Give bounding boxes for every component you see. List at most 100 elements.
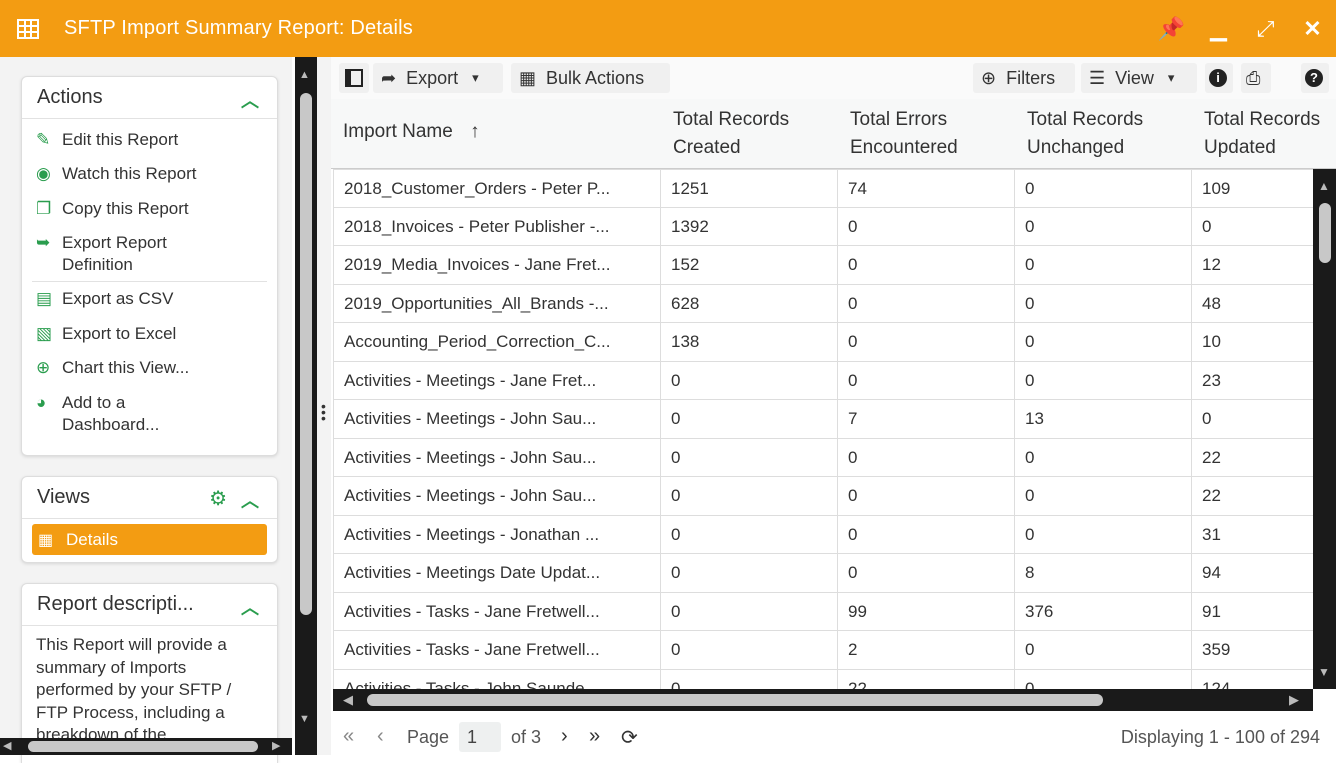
numeric-cell: 0: [1015, 669, 1192, 689]
export-definition-action[interactable]: ➥ Export Report Definition: [22, 232, 277, 277]
info-button[interactable]: i: [1205, 63, 1233, 93]
scroll-down-icon[interactable]: ▼: [299, 713, 310, 725]
csv-file-icon: ▤: [36, 289, 53, 308]
sidebar-vertical-scrollbar[interactable]: ▲ ▼: [295, 57, 317, 755]
table-row[interactable]: Activities - Tasks - Jane Fretwell... 0 2 0…: [333, 631, 1313, 670]
column-header-label: Unchanged: [1027, 137, 1125, 158]
scroll-thumb[interactable]: [367, 694, 1103, 706]
toggle-sidebar-button[interactable]: [339, 63, 369, 93]
actions-panel-title: Actions: [37, 86, 103, 108]
help-button[interactable]: ?: [1301, 63, 1329, 93]
maximize-icon[interactable]: ⤢: [1242, 16, 1289, 42]
page-number-input[interactable]: 1: [459, 722, 501, 752]
numeric-cell: 376: [1015, 592, 1192, 631]
title-bar: SFTP Import Summary Report: Details 📌 ▁ …: [0, 0, 1336, 57]
bulk-actions-button[interactable]: ▦ Bulk Actions: [511, 63, 670, 93]
numeric-cell: 1392: [661, 207, 838, 246]
column-header-total-updated[interactable]: Total Records Updated: [1204, 99, 1336, 169]
numeric-cell: 0: [1015, 207, 1192, 246]
refresh-icon[interactable]: ⟳: [621, 725, 638, 750]
column-header-total-unchanged[interactable]: Total Records Unchanged: [1027, 99, 1197, 169]
grid-icon: ▦: [519, 67, 537, 88]
first-page-icon[interactable]: «: [343, 725, 354, 748]
chart-view-action[interactable]: ⊕ Chart this View...: [22, 357, 277, 392]
table-icon: [17, 18, 39, 39]
filters-button[interactable]: ⊕ Filters: [973, 63, 1075, 93]
close-icon[interactable]: ✕: [1289, 16, 1336, 42]
gear-icon[interactable]: ⚙: [209, 486, 227, 511]
export-excel-action[interactable]: ▧ Export to Excel: [22, 323, 277, 357]
numeric-cell: 138: [661, 323, 838, 362]
numeric-cell: 48: [1192, 285, 1313, 324]
scroll-left-icon[interactable]: ◀: [3, 739, 11, 752]
description-panel-header[interactable]: Report descripti... ︿: [22, 584, 277, 626]
table-row[interactable]: 2019_Media_Invoices - Jane Fret... 152 0 0 1…: [333, 246, 1313, 285]
table-row[interactable]: Activities - Meetings - Jonathan ... 0 0 0 3…: [333, 515, 1313, 554]
last-page-icon[interactable]: »: [589, 725, 600, 748]
scroll-up-icon[interactable]: ▲: [299, 69, 310, 81]
grid-horizontal-scrollbar[interactable]: ◀ ▶: [333, 689, 1313, 711]
export-csv-action[interactable]: ▤ Export as CSV: [22, 288, 277, 323]
description-panel: Report descripti... ︿ This Report will p…: [21, 583, 278, 763]
numeric-cell: 0: [838, 554, 1015, 593]
scroll-thumb[interactable]: [28, 741, 258, 752]
edit-report-action[interactable]: ✎ Edit this Report: [22, 129, 277, 163]
print-button[interactable]: ⎙: [1241, 63, 1271, 93]
table-row[interactable]: Activities - Tasks - Jane Fretwell... 0 99…: [333, 592, 1313, 631]
chevron-up-icon[interactable]: ︿: [241, 594, 259, 620]
scroll-left-icon[interactable]: ◀: [343, 692, 353, 708]
previous-page-icon[interactable]: ‹: [377, 725, 384, 748]
table-row[interactable]: Accounting_Period_Correction_C... 138 0 0 10: [333, 323, 1313, 362]
minimize-icon[interactable]: ▁: [1195, 16, 1242, 42]
column-header-import-name[interactable]: Import Name ↑: [343, 99, 661, 169]
numeric-cell: 0: [661, 669, 838, 689]
export-button[interactable]: ➦ Export ▾: [373, 63, 503, 93]
table-row[interactable]: Activities - Meetings - Jane Fret... 0 0 0 2…: [333, 361, 1313, 400]
action-label: Export to Excel: [62, 324, 177, 343]
action-label: Add to a Dashboard...: [62, 393, 160, 434]
plus-circle-icon: ⊕: [36, 358, 51, 377]
scroll-right-icon[interactable]: ▶: [1289, 692, 1299, 708]
copy-report-action[interactable]: ❐ Copy this Report: [22, 198, 277, 232]
column-header-total-errors[interactable]: Total Errors Encountered: [850, 99, 1020, 169]
panel-splitter[interactable]: • • •: [317, 57, 331, 755]
grid-vertical-scrollbar[interactable]: ▲ ▼: [1313, 169, 1336, 689]
view-item-details[interactable]: ▦ Details: [32, 524, 267, 555]
column-header-total-records-created[interactable]: Total Records Created: [673, 99, 843, 169]
numeric-cell: 0: [1015, 438, 1192, 477]
scroll-thumb[interactable]: [300, 93, 312, 615]
scroll-right-icon[interactable]: ▶: [272, 739, 280, 752]
import-name-cell: Activities - Tasks - Jane Fretwell...: [333, 592, 661, 631]
import-name-cell: Activities - Tasks - John Saunde...: [333, 669, 661, 689]
numeric-cell: 0: [1015, 323, 1192, 362]
table-row[interactable]: Activities - Meetings - John Sau... 0 7 13 0: [333, 400, 1313, 439]
watch-report-action[interactable]: ◉ Watch this Report: [22, 163, 277, 198]
view-button[interactable]: ☰ View ▾: [1081, 63, 1197, 93]
import-name-cell: Activities - Tasks - Jane Fretwell...: [333, 631, 661, 670]
sidebar-horizontal-scrollbar[interactable]: ◀ ▶: [0, 738, 292, 755]
pin-icon[interactable]: 📌: [1148, 16, 1195, 42]
grid-toolbar: ➦ Export ▾ ▦ Bulk Actions ⊕ Filters ☰ Vi…: [331, 57, 1336, 99]
scroll-up-icon[interactable]: ▲: [1318, 179, 1330, 193]
table-row[interactable]: Activities - Tasks - John Saunde... 0 22 0 1…: [333, 669, 1313, 689]
table-row[interactable]: Activities - Meetings - John Sau... 0 0 0 22: [333, 477, 1313, 516]
export-icon: ➥: [36, 233, 51, 252]
drag-handle-icon[interactable]: • • •: [321, 399, 326, 425]
table-row[interactable]: 2018_Customer_Orders - Peter P... 1251 74 0…: [333, 169, 1313, 209]
table-row[interactable]: Activities - Meetings - John Sau... 0 0 0 22: [333, 438, 1313, 477]
numeric-cell: 152: [661, 246, 838, 285]
add-dashboard-action[interactable]: ◕ Add to a Dashboard...: [22, 392, 277, 437]
action-label: Export as CSV: [62, 289, 174, 308]
scroll-thumb[interactable]: [1319, 203, 1331, 263]
next-page-icon[interactable]: ›: [561, 725, 568, 748]
table-row[interactable]: 2019_Opportunities_All_Brands -... 628 0 0 4…: [333, 284, 1313, 324]
chevron-up-icon[interactable]: ︿: [241, 87, 259, 113]
table-row[interactable]: 2018_Invoices - Peter Publisher -... 1392…: [333, 207, 1313, 246]
actions-panel-header[interactable]: Actions ︿: [22, 77, 277, 119]
chevron-up-icon[interactable]: ︿: [241, 487, 259, 513]
scroll-down-icon[interactable]: ▼: [1318, 665, 1330, 679]
views-panel-header[interactable]: Views ⚙ ︿: [22, 477, 277, 519]
displaying-count: Displaying 1 - 100 of 294: [1120, 727, 1320, 747]
table-row[interactable]: Activities - Meetings Date Updat... 0 0 8 94: [333, 554, 1313, 593]
numeric-cell: 0: [1192, 400, 1313, 439]
